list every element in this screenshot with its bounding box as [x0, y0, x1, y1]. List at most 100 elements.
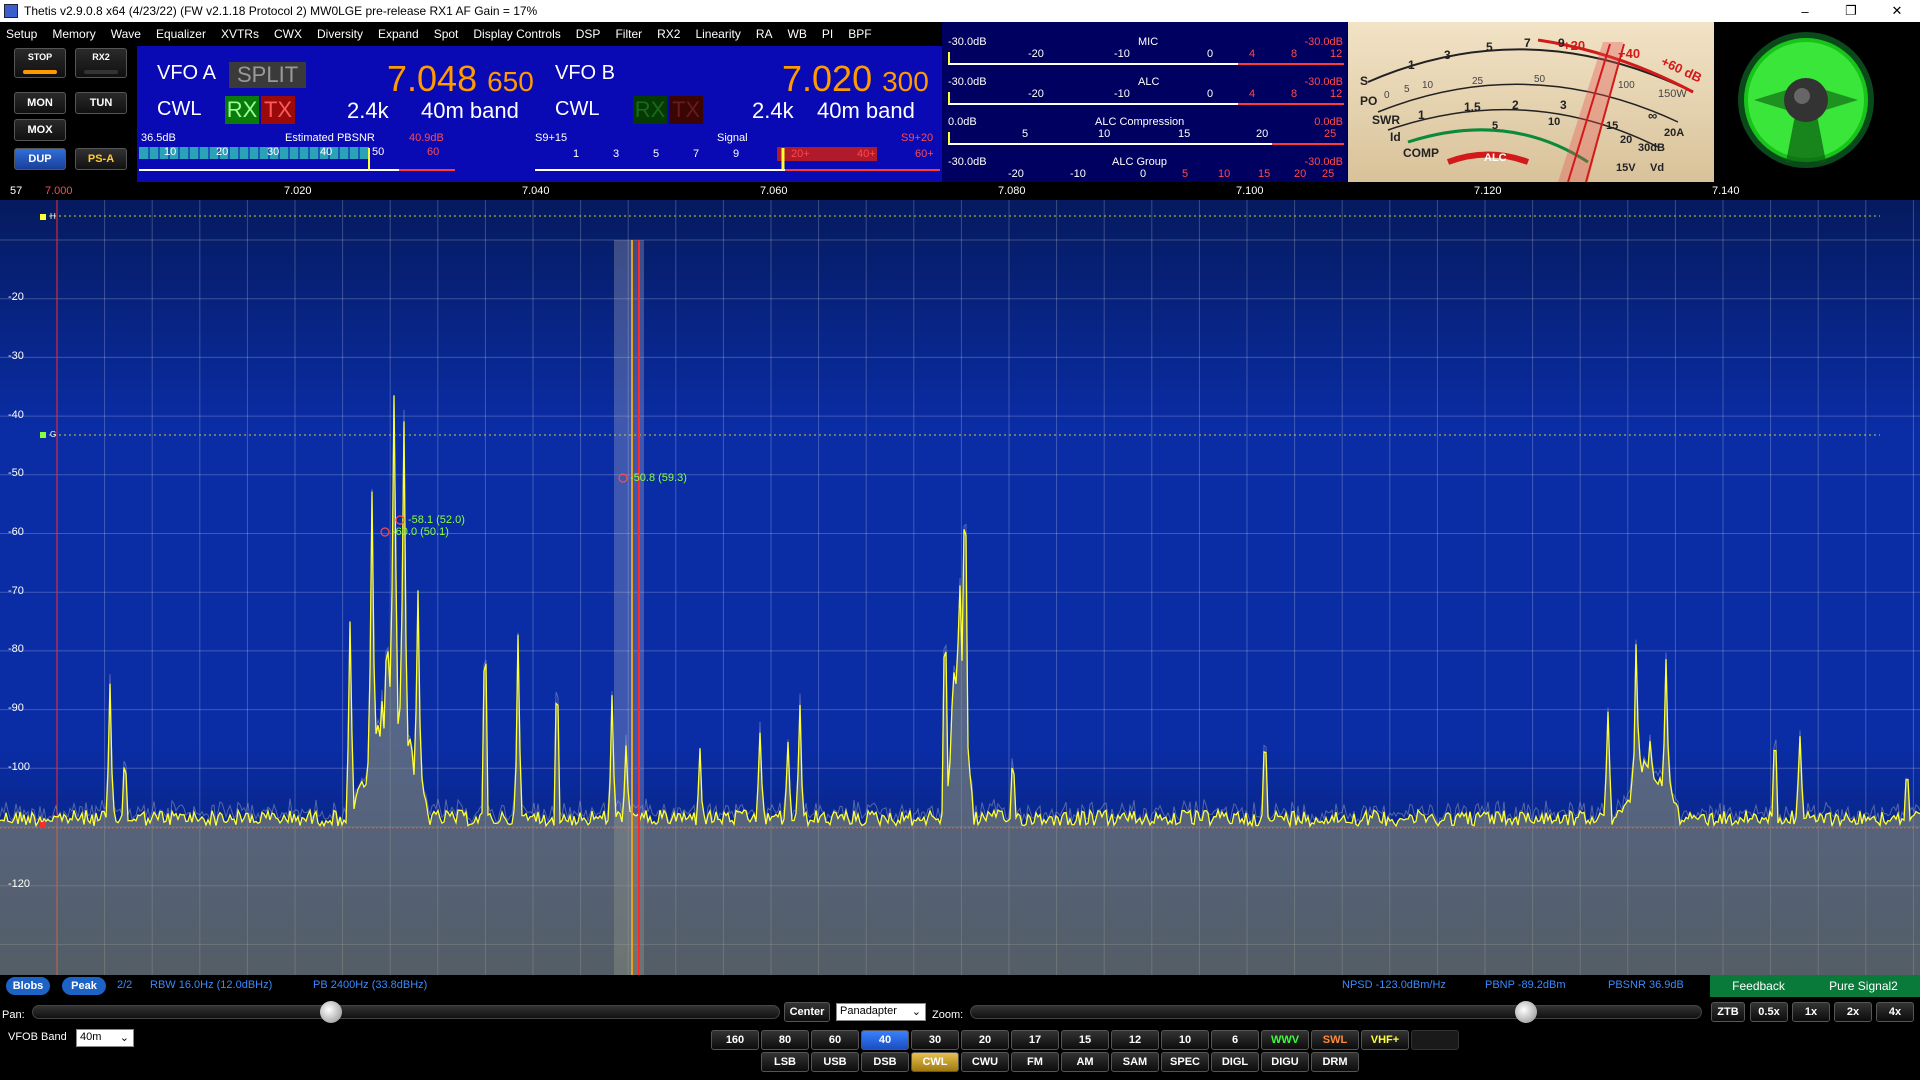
band-40-button[interactable]: 40	[861, 1030, 909, 1050]
analog-po-tick-25: 25	[1472, 76, 1484, 87]
mode-digl-button[interactable]: DIGL	[1211, 1052, 1259, 1072]
pure-signal-label: Pure Signal2	[1829, 979, 1898, 993]
band-6-button[interactable]: 6	[1211, 1030, 1259, 1050]
menu-diversity[interactable]: Diversity	[311, 27, 372, 41]
analog-s-tick-9: 9	[1558, 36, 1565, 50]
center-button[interactable]: Center	[784, 1002, 830, 1022]
menu-memory[interactable]: Memory	[46, 27, 104, 41]
menu-dsp[interactable]: DSP	[570, 27, 610, 41]
close-button[interactable]: ✕	[1874, 0, 1920, 22]
vfob-band-select[interactable]: 40m ⌄	[76, 1029, 134, 1047]
vfo-a-frequency[interactable]: 7.048 650	[387, 58, 534, 100]
menu-wave[interactable]: Wave	[105, 27, 150, 41]
pan-label: Pan:	[2, 1009, 25, 1021]
vfo-b-freq-sub: 300	[882, 66, 929, 97]
alc-group-right-value: -30.0dB	[1304, 156, 1343, 168]
db-label-80: -80	[8, 643, 24, 655]
mode-dsb-button[interactable]: DSB	[861, 1052, 909, 1072]
signal-tick-1: 1	[573, 148, 580, 160]
band-30-button[interactable]: 30	[911, 1030, 959, 1050]
band-20-button[interactable]: 20	[961, 1030, 1009, 1050]
mode-digu-button[interactable]: DIGU	[1261, 1052, 1309, 1072]
display-mode-select[interactable]: Panadapter ⌄	[836, 1003, 926, 1021]
vfo-b-mode: CWL	[555, 98, 600, 120]
zoom-slider-thumb[interactable]	[1515, 1001, 1538, 1023]
tuning-knob[interactable]	[1716, 22, 1920, 182]
menu-bpf[interactable]: BPF	[842, 27, 880, 41]
menu-rx2[interactable]: RX2	[651, 27, 689, 41]
vfo-a-bandwidth: 2.4k	[347, 98, 389, 123]
menu-spot[interactable]: Spot	[428, 27, 468, 41]
menu-pi[interactable]: PI	[816, 27, 842, 41]
dup-button[interactable]: DUP	[14, 148, 66, 170]
menu-filter[interactable]: Filter	[609, 27, 651, 41]
menu-setup[interactable]: Setup	[0, 27, 46, 41]
band-swl-button[interactable]: SWL	[1311, 1030, 1359, 1050]
menu-equalizer[interactable]: Equalizer	[150, 27, 215, 41]
band-12-button[interactable]: 12	[1111, 1030, 1159, 1050]
mode-fm-button[interactable]: FM	[1011, 1052, 1059, 1072]
rx2-button[interactable]: RX2	[75, 48, 127, 78]
split-button[interactable]: SPLIT	[229, 62, 307, 88]
band-vhf-button[interactable]: VHF+	[1361, 1030, 1409, 1050]
peak-label-3: -50.8 (59.3)	[630, 472, 687, 484]
zoom-2x-button[interactable]: 2x	[1834, 1002, 1872, 1022]
vfo-b-frequency[interactable]: 7.020 300	[782, 58, 929, 100]
band-15-button[interactable]: 15	[1061, 1030, 1109, 1050]
vfo-a-rx-indicator[interactable]: RX	[225, 96, 259, 124]
zoom-0-5x-button[interactable]: 0.5x	[1750, 1002, 1788, 1022]
ps-a-button[interactable]: PS-A	[75, 148, 127, 170]
mode-lsb-button[interactable]: LSB	[761, 1052, 809, 1072]
analog-swr-tick-inf: ∞	[1648, 108, 1658, 123]
minimize-button[interactable]: –	[1782, 0, 1828, 22]
stop-button[interactable]: STOP	[14, 48, 66, 78]
zoom-slider[interactable]	[970, 1005, 1702, 1019]
mode-cwl-button[interactable]: CWL	[911, 1052, 959, 1072]
peak-button[interactable]: Peak	[62, 977, 106, 995]
band-160-button[interactable]: 160	[711, 1030, 759, 1050]
zoom-1x-button[interactable]: 1x	[1792, 1002, 1830, 1022]
mox-button[interactable]: MOX	[14, 119, 66, 141]
mode-usb-button[interactable]: USB	[811, 1052, 859, 1072]
band-17-button[interactable]: 17	[1011, 1030, 1059, 1050]
alc-meter: -30.0dB ALC -30.0dB -20 -10 0 4 8 12	[942, 68, 1347, 108]
vfo-b-tx-indicator[interactable]: TX	[669, 96, 703, 124]
mon-button[interactable]: MON	[14, 92, 66, 114]
maximize-button[interactable]: ❐	[1828, 0, 1874, 22]
panadapter-display[interactable]: H G -58.1 (52.0) -60.0 (50.1) -50.8 (59.…	[0, 200, 1920, 975]
mode-sam-button[interactable]: SAM	[1111, 1052, 1159, 1072]
pan-slider-thumb[interactable]	[320, 1001, 343, 1023]
tun-button[interactable]: TUN	[75, 92, 127, 114]
analog-label-id: Id	[1390, 130, 1401, 144]
menu-ra[interactable]: RA	[750, 27, 782, 41]
menu-wb[interactable]: WB	[782, 27, 816, 41]
band-80-button[interactable]: 80	[761, 1030, 809, 1050]
band-10-button[interactable]: 10	[1161, 1030, 1209, 1050]
ztb-button[interactable]: ZTB	[1711, 1002, 1745, 1022]
rx2-label: RX2	[92, 52, 110, 62]
mode-am-button[interactable]: AM	[1061, 1052, 1109, 1072]
analog-label-20a: 20A	[1664, 127, 1685, 139]
mode-cwu-button[interactable]: CWU	[961, 1052, 1009, 1072]
menu-display-controls[interactable]: Display Controls	[467, 27, 569, 41]
menu-linearity[interactable]: Linearity	[689, 27, 749, 41]
menu-expand[interactable]: Expand	[372, 27, 428, 41]
freq-label-7040: 7.040	[522, 185, 550, 197]
mode-spec-button[interactable]: SPEC	[1161, 1052, 1209, 1072]
zoom-4x-button[interactable]: 4x	[1876, 1002, 1914, 1022]
blobs-button[interactable]: Blobs	[6, 977, 50, 995]
vfo-a-tx-indicator[interactable]: TX	[261, 96, 295, 124]
band-wwv-button[interactable]: WWV	[1261, 1030, 1309, 1050]
menu-cwx[interactable]: CWX	[268, 27, 311, 41]
pan-slider[interactable]	[32, 1005, 780, 1019]
db-label-90: -90	[8, 702, 24, 714]
vfo-b-rx-indicator[interactable]: RX	[633, 96, 667, 124]
band-60-button[interactable]: 60	[811, 1030, 859, 1050]
signal-right-value: S9+20	[901, 132, 934, 144]
mode-drm-button[interactable]: DRM	[1311, 1052, 1359, 1072]
menu-xvtrs[interactable]: XVTRs	[215, 27, 268, 41]
analog-label-30db: 30dB	[1638, 142, 1665, 154]
analog-label-150w: 150W	[1658, 88, 1687, 100]
db-label-70: -70	[8, 585, 24, 597]
db-label-100: -100	[8, 761, 31, 773]
